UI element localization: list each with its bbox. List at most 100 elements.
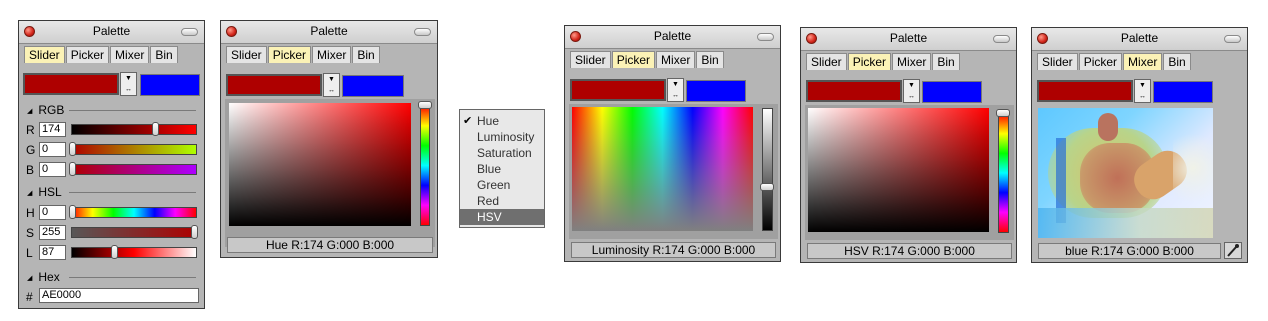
r-slider-track[interactable]: [71, 124, 197, 135]
luminosity-strip[interactable]: [762, 108, 773, 231]
tab-slider[interactable]: Slider: [806, 53, 847, 70]
rgb-group-header[interactable]: ◢ RGB: [27, 103, 64, 117]
s-slider-track[interactable]: [71, 227, 197, 238]
s-slider-thumb[interactable]: [191, 225, 198, 239]
current-color-swatch[interactable]: [806, 80, 902, 102]
tab-slider[interactable]: Slider: [570, 51, 611, 68]
tab-slider[interactable]: Slider: [24, 46, 65, 63]
hex-value-field[interactable]: AE0000: [39, 288, 199, 303]
zoom-button[interactable]: [414, 28, 431, 36]
current-color-swatch[interactable]: [570, 79, 666, 101]
swap-colors-button[interactable]: ▼ ↔: [1134, 79, 1151, 103]
zoom-button[interactable]: [181, 28, 198, 36]
new-color-swatch[interactable]: [342, 75, 404, 97]
tab-picker[interactable]: Picker: [611, 51, 656, 68]
title-bar[interactable]: Palette: [19, 21, 204, 44]
tab-bar: Slider Picker Mixer Bin: [1037, 53, 1192, 71]
b-value-field[interactable]: 0: [39, 162, 66, 177]
saturation-brightness-field[interactable]: [229, 103, 411, 226]
tab-mixer[interactable]: Mixer: [892, 53, 932, 70]
h-value-field[interactable]: 0: [39, 205, 66, 220]
menu-item-luminosity[interactable]: Luminosity: [460, 129, 544, 145]
close-button[interactable]: [24, 26, 35, 37]
menu-item-red[interactable]: Red: [460, 193, 544, 209]
hsl-group-header[interactable]: ◢ HSL: [27, 185, 62, 199]
hue-strip[interactable]: [420, 105, 430, 226]
tab-picker[interactable]: Picker: [1078, 53, 1123, 70]
current-color-swatch[interactable]: [226, 74, 322, 96]
l-value-field[interactable]: 87: [39, 245, 66, 260]
zoom-button[interactable]: [757, 33, 774, 41]
g-slider-track[interactable]: [71, 144, 197, 155]
new-color-swatch[interactable]: [686, 80, 746, 102]
s-value-field[interactable]: 255: [39, 225, 66, 240]
l-slider-track[interactable]: [71, 247, 197, 258]
tab-bin[interactable]: Bin: [150, 46, 178, 63]
tab-mixer[interactable]: Mixer: [312, 46, 352, 63]
tab-slider[interactable]: Slider: [1037, 53, 1078, 70]
tab-bin[interactable]: Bin: [932, 53, 960, 70]
b-slider-thumb[interactable]: [69, 162, 76, 176]
menu-item-hue[interactable]: ✔ Hue: [460, 113, 544, 129]
current-color-swatch[interactable]: [1037, 80, 1133, 102]
g-value-field[interactable]: 0: [39, 142, 66, 157]
new-color-swatch[interactable]: [1153, 81, 1213, 103]
tab-bin[interactable]: Bin: [696, 51, 724, 68]
swap-colors-button[interactable]: ▼ ↔: [120, 72, 137, 96]
tab-bar: Slider Picker Mixer Bin: [24, 46, 179, 64]
saturation-value-field[interactable]: [808, 108, 989, 232]
r-slider-thumb[interactable]: [152, 122, 159, 136]
tab-bin[interactable]: Bin: [352, 46, 380, 63]
new-color-swatch[interactable]: [922, 81, 982, 103]
menu-item-blue[interactable]: Blue: [460, 161, 544, 177]
h-slider-track[interactable]: [71, 207, 197, 218]
b-label: B: [26, 163, 35, 177]
title-bar[interactable]: Palette: [1032, 28, 1247, 51]
close-button[interactable]: [570, 31, 581, 42]
hex-group-header[interactable]: ◢ Hex: [27, 270, 60, 284]
close-button[interactable]: [1037, 33, 1048, 44]
title-bar[interactable]: Palette: [565, 26, 780, 49]
eyedropper-button[interactable]: [1224, 242, 1242, 259]
chevron-down-icon: ▼: [908, 82, 915, 89]
current-color-swatch[interactable]: [23, 73, 119, 95]
hue-strip[interactable]: [998, 113, 1009, 233]
b-slider-track[interactable]: [71, 164, 197, 175]
new-color-swatch[interactable]: [140, 74, 200, 96]
l-slider-thumb[interactable]: [111, 245, 118, 259]
swap-colors-button[interactable]: ▼ ↔: [903, 79, 920, 103]
tab-picker[interactable]: Picker: [847, 53, 892, 70]
tab-mixer[interactable]: Mixer: [110, 46, 150, 63]
palette-window-mixer: Palette Slider Picker Mixer Bin ▼ ↔ blue …: [1031, 27, 1248, 263]
hue-strip-thumb[interactable]: [418, 101, 432, 109]
menu-item-hsv[interactable]: HSV: [460, 209, 544, 225]
zoom-button[interactable]: [993, 35, 1010, 43]
palette-window-picker-luminosity: Palette Slider Picker Mixer Bin ▼ ↔ Lumin…: [564, 25, 781, 262]
mixer-canvas[interactable]: [1038, 108, 1241, 238]
title-bar[interactable]: Palette: [801, 28, 1016, 51]
tab-mixer[interactable]: Mixer: [656, 51, 696, 68]
r-value-field[interactable]: 174: [39, 122, 66, 137]
luminosity-strip-thumb[interactable]: [760, 183, 774, 191]
hue-saturation-field[interactable]: [572, 107, 753, 231]
tab-bar: Slider Picker Mixer Bin: [806, 53, 961, 71]
tab-bin[interactable]: Bin: [1163, 53, 1191, 70]
status-bar: blue R:174 G:000 B:000: [1038, 243, 1221, 259]
close-button[interactable]: [806, 33, 817, 44]
swap-colors-button[interactable]: ▼ ↔: [667, 78, 684, 102]
tab-picker[interactable]: Picker: [267, 46, 312, 63]
title-bar[interactable]: Palette: [221, 21, 437, 44]
disclosure-triangle-icon: ◢: [27, 190, 33, 197]
menu-item-green[interactable]: Green: [460, 177, 544, 193]
swap-colors-button[interactable]: ▼ ↔: [323, 73, 340, 97]
tab-mixer[interactable]: Mixer: [1123, 53, 1163, 70]
close-button[interactable]: [226, 26, 237, 37]
zoom-button[interactable]: [1224, 35, 1241, 43]
divider: [69, 277, 196, 278]
tab-slider[interactable]: Slider: [226, 46, 267, 63]
g-slider-thumb[interactable]: [69, 142, 76, 156]
hue-strip-thumb[interactable]: [996, 109, 1010, 117]
h-slider-thumb[interactable]: [69, 205, 76, 219]
menu-item-saturation[interactable]: Saturation: [460, 145, 544, 161]
tab-picker[interactable]: Picker: [65, 46, 110, 63]
